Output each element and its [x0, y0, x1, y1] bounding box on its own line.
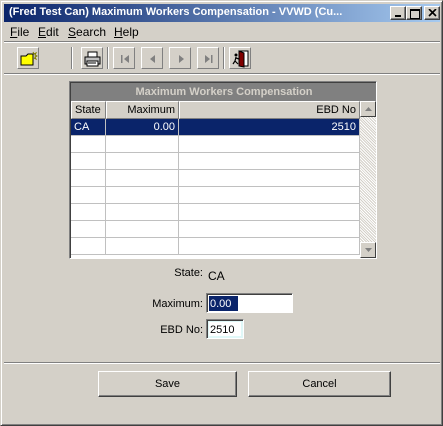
maximize-button[interactable] [406, 6, 422, 20]
new-folder-icon [20, 51, 38, 66]
title-bar[interactable]: (Fred Test Can) Maximum Workers Compensa… [4, 4, 440, 22]
state-value: CA [208, 269, 225, 283]
previous-record-button[interactable] [141, 47, 163, 69]
next-record-button[interactable] [169, 47, 191, 69]
close-icon [428, 9, 437, 17]
application-window: (Fred Test Can) Maximum Workers Compensa… [0, 0, 443, 426]
next-record-icon [179, 55, 184, 63]
ebd-no-field[interactable] [206, 319, 244, 339]
cell-ebd-no: 2510 [179, 119, 360, 136]
ebd-no-input[interactable] [209, 322, 242, 337]
toolbar-divider [107, 47, 109, 69]
scroll-down-button[interactable] [360, 242, 376, 258]
print-icon [84, 51, 101, 67]
vertical-scrollbar[interactable] [360, 101, 376, 258]
print-button[interactable] [81, 47, 103, 69]
menu-file[interactable]: File [10, 25, 29, 39]
exit-button[interactable] [229, 47, 251, 69]
menu-separator [4, 41, 440, 43]
empty-row [71, 221, 360, 238]
menu-bar: File Edit Search Help [4, 23, 440, 41]
column-header-ebd-no[interactable]: EBD No [179, 101, 360, 119]
empty-row [71, 204, 360, 221]
state-label: State: [174, 267, 203, 279]
maximum-label: Maximum: [152, 298, 203, 310]
ebd-no-label: EBD No: [160, 324, 203, 336]
window-title: (Fred Test Can) Maximum Workers Compensa… [9, 6, 343, 18]
save-button[interactable]: Save [98, 371, 237, 397]
previous-record-icon [150, 55, 155, 63]
button-panel: Save Cancel [4, 362, 440, 412]
scroll-up-button[interactable] [360, 101, 376, 117]
grid-caption: Maximum Workers Compensation [71, 83, 376, 101]
workers-comp-grid[interactable]: Maximum Workers Compensation State Maxim… [69, 81, 377, 259]
maximum-input[interactable] [209, 296, 238, 311]
menu-help[interactable]: Help [114, 25, 139, 39]
empty-row [71, 153, 360, 170]
maximum-field[interactable] [206, 293, 293, 313]
empty-row [71, 136, 360, 153]
minimize-button[interactable] [390, 6, 406, 20]
grid-rows: CA 0.00 2510 [71, 119, 360, 258]
empty-row [71, 187, 360, 204]
menu-edit[interactable]: Edit [38, 25, 59, 39]
arrow-down-icon [365, 248, 372, 252]
cell-maximum: 0.00 [106, 119, 179, 136]
toolbar-divider [223, 47, 225, 69]
column-header-state[interactable]: State [71, 101, 106, 119]
arrow-up-icon [365, 107, 372, 111]
last-record-button[interactable] [197, 47, 219, 69]
exit-door-icon [232, 50, 249, 68]
first-record-icon [121, 55, 129, 63]
cancel-button[interactable]: Cancel [248, 371, 391, 397]
new-button[interactable] [17, 47, 39, 69]
last-record-icon [205, 55, 213, 63]
grid-header: State Maximum EBD No [71, 101, 360, 119]
empty-row [71, 238, 360, 255]
close-button[interactable] [424, 6, 440, 20]
first-record-button[interactable] [113, 47, 135, 69]
toolbar-separator [4, 73, 440, 75]
empty-row [71, 170, 360, 187]
cell-state: CA [71, 119, 106, 136]
toolbar-divider [71, 47, 73, 69]
menu-search[interactable]: Search [68, 25, 106, 39]
column-header-maximum[interactable]: Maximum [106, 101, 179, 119]
table-row[interactable]: CA 0.00 2510 [71, 119, 360, 136]
